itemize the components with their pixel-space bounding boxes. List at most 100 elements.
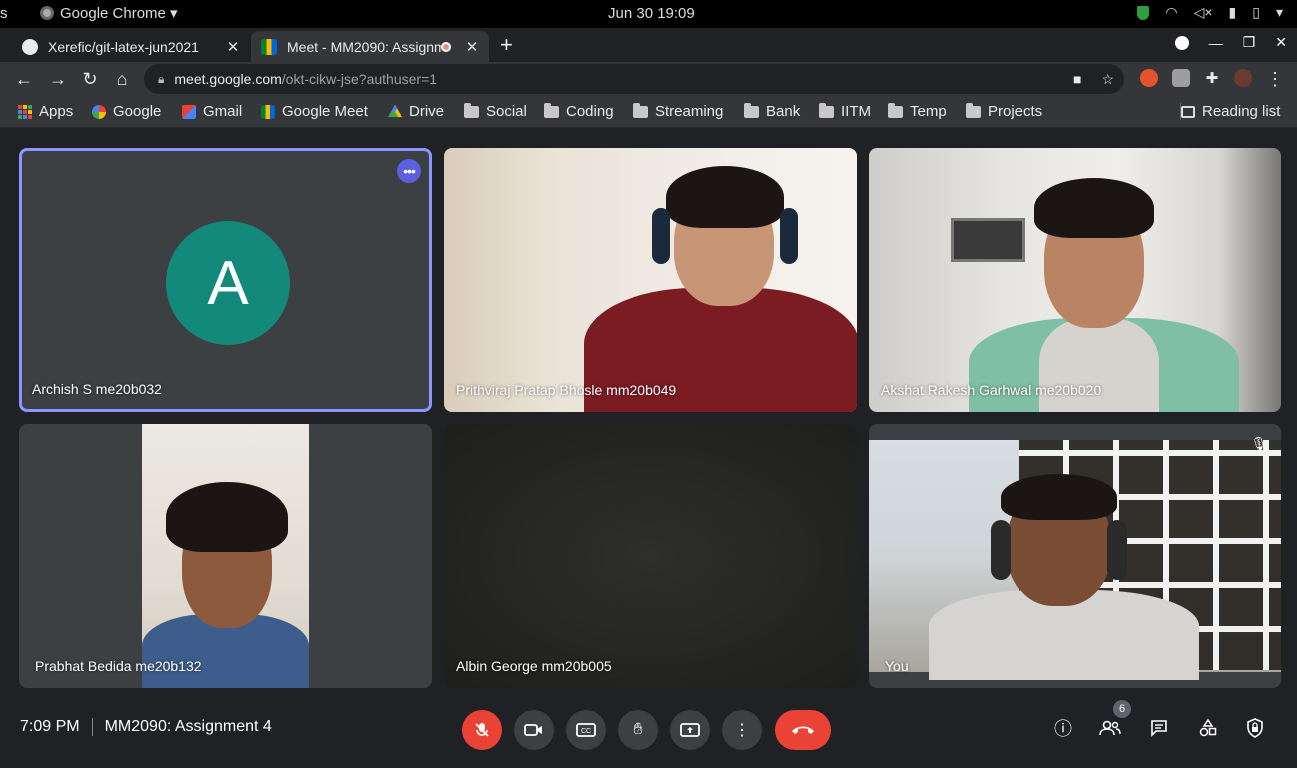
camera-permission-icon[interactable]: ■ bbox=[1073, 71, 1081, 88]
extension-icon[interactable] bbox=[1140, 69, 1158, 87]
divider bbox=[91, 718, 93, 736]
info-icon: ⓘ bbox=[1054, 719, 1072, 739]
volume-muted-icon[interactable]: ◁× bbox=[1194, 4, 1213, 21]
lock-icon[interactable]: 🔒︎ bbox=[158, 72, 164, 87]
raise-hand-button[interactable]: ✋︎ bbox=[618, 710, 658, 750]
minimize-button[interactable]: — bbox=[1209, 35, 1223, 51]
apps-grid-icon bbox=[18, 104, 32, 119]
captions-button[interactable]: CC bbox=[566, 710, 606, 750]
people-button[interactable] bbox=[1098, 716, 1122, 740]
bookmark-label: Temp bbox=[910, 103, 947, 120]
more-options-button[interactable]: ⋮ bbox=[722, 710, 762, 750]
reload-button[interactable]: ↻ bbox=[80, 69, 100, 89]
svg-text:CC: CC bbox=[581, 728, 591, 735]
leave-call-button[interactable] bbox=[775, 710, 831, 750]
system-tray[interactable]: ◠ ◁× ▮ ▯ ▾ bbox=[1137, 4, 1283, 21]
present-screen-button[interactable] bbox=[670, 710, 710, 750]
reading-list-button[interactable]: Reading list bbox=[1180, 103, 1280, 120]
meeting-controls-bar: 7:09 PM MM2090: Assignment 4 CC ✋︎ ⋮ ⓘ 6 bbox=[0, 688, 1297, 768]
participant-name: You bbox=[885, 658, 909, 674]
chat-button[interactable] bbox=[1147, 716, 1171, 740]
hand-icon: ✋︎ bbox=[633, 721, 643, 738]
maximize-button[interactable]: ❐ bbox=[1243, 34, 1256, 51]
participant-tile-akshat[interactable]: Akshat Rakesh Garhwal me20b020 bbox=[869, 148, 1281, 412]
folder-icon bbox=[888, 102, 903, 118]
bookmark-folder-coding[interactable]: Coding bbox=[544, 102, 614, 120]
browser-toolbar: ← → ↻ ⌂ 🔒︎ meet.google.com/okt-cikw-jse?… bbox=[0, 62, 1297, 96]
bookmark-google-meet[interactable]: Google Meet bbox=[261, 103, 368, 120]
more-options-icon[interactable]: ••• bbox=[397, 159, 421, 183]
avatar: A bbox=[166, 221, 290, 345]
bookmark-star-icon[interactable]: ☆ bbox=[1101, 71, 1114, 88]
headphones-icon bbox=[991, 520, 1011, 580]
bookmark-label: Streaming bbox=[655, 103, 724, 120]
chevron-down-icon[interactable]: ▾ bbox=[1276, 4, 1283, 21]
shield-icon[interactable] bbox=[1137, 5, 1150, 20]
participant-tile-prabhat[interactable]: Prabhat Bedida me20b132 bbox=[19, 424, 432, 688]
participant-name: Akshat Rakesh Garhwal me20b020 bbox=[881, 382, 1102, 398]
bookmark-folder-bank[interactable]: Bank bbox=[744, 102, 801, 120]
camera-toggle-button[interactable] bbox=[514, 710, 554, 750]
participant-tile-self[interactable]: 🎙︎ You bbox=[869, 424, 1281, 688]
bookmark-folder-social[interactable]: Social bbox=[464, 102, 527, 120]
folder-icon bbox=[633, 102, 648, 118]
participant-tile-archish[interactable]: A ••• Archish S me20b032 bbox=[19, 148, 432, 412]
new-tab-button[interactable]: + bbox=[500, 32, 513, 58]
activities-fragment[interactable]: s bbox=[0, 5, 8, 22]
back-button[interactable]: ← bbox=[14, 69, 34, 89]
participant-name: Prabhat Bedida me20b132 bbox=[35, 658, 202, 674]
bookmark-label: Drive bbox=[409, 103, 445, 120]
close-tab-icon[interactable]: ✕ bbox=[461, 38, 483, 56]
close-window-button[interactable]: ✕ bbox=[1275, 34, 1287, 51]
shield-lock-icon bbox=[1247, 718, 1263, 738]
bookmark-label: Social bbox=[486, 103, 527, 120]
bookmark-label: Bank bbox=[766, 103, 801, 120]
tab-meet[interactable]: Meet - MM2090: Assignm ✕ bbox=[251, 31, 489, 62]
bookmark-google[interactable]: Google bbox=[92, 103, 161, 120]
wall-tv bbox=[951, 218, 1025, 262]
close-tab-icon[interactable]: ✕ bbox=[222, 38, 244, 56]
bookmark-label: Google Meet bbox=[282, 103, 368, 120]
url-path: /okt-cikw-jse?authuser=1 bbox=[281, 71, 438, 87]
battery-icon[interactable]: ▯ bbox=[1252, 4, 1260, 21]
bookmark-folder-streaming[interactable]: Streaming bbox=[633, 102, 724, 120]
bookmark-folder-iitm[interactable]: IITM bbox=[819, 102, 871, 120]
forward-button[interactable]: → bbox=[48, 69, 68, 89]
home-button[interactable]: ⌂ bbox=[112, 69, 132, 89]
microphone-icon[interactable]: ▮ bbox=[1229, 4, 1237, 21]
avatar-letter: A bbox=[207, 248, 249, 318]
avatar[interactable] bbox=[1234, 69, 1252, 87]
meeting-details-button[interactable]: ⓘ bbox=[1051, 716, 1075, 740]
bookmark-label: Coding bbox=[566, 103, 614, 120]
host-controls-button[interactable] bbox=[1243, 716, 1267, 740]
meet-stage: A ••• Archish S me20b032 Prithviraj Prat… bbox=[0, 129, 1297, 768]
puzzle-icon[interactable]: ✚ bbox=[1202, 69, 1222, 89]
bookmark-apps[interactable]: Apps bbox=[18, 103, 73, 120]
bookmark-gmail[interactable]: Gmail bbox=[182, 103, 242, 120]
participant-tile-albin[interactable]: Albin George mm20b005 bbox=[444, 424, 857, 688]
app-menu[interactable]: Google Chrome ▾ bbox=[40, 4, 178, 22]
kebab-menu-icon[interactable]: ⋮ bbox=[1265, 69, 1285, 89]
address-bar[interactable]: 🔒︎ meet.google.com/okt-cikw-jse?authuser… bbox=[144, 64, 1124, 94]
microphone-toggle-button[interactable] bbox=[462, 710, 502, 750]
bookmark-folder-projects[interactable]: Projects bbox=[966, 102, 1042, 120]
tab-search-icon[interactable] bbox=[1174, 35, 1189, 50]
reading-list-icon bbox=[1181, 105, 1195, 118]
folder-icon bbox=[464, 102, 479, 118]
videocam-icon bbox=[524, 724, 542, 736]
activities-button[interactable] bbox=[1196, 716, 1220, 740]
present-to-all-icon bbox=[680, 723, 700, 737]
tab-github[interactable]: Xerefic/git-latex-jun2021 ✕ bbox=[12, 31, 250, 62]
chrome-icon bbox=[40, 6, 54, 20]
headphones-icon bbox=[652, 208, 670, 264]
bookmark-drive[interactable]: Drive bbox=[388, 103, 444, 120]
call-end-icon bbox=[792, 726, 814, 734]
bookmark-folder-temp[interactable]: Temp bbox=[888, 102, 947, 120]
meet-icon bbox=[261, 38, 277, 55]
wifi-icon[interactable]: ◠ bbox=[1165, 4, 1177, 21]
folder-icon bbox=[966, 102, 981, 118]
extension-icon[interactable] bbox=[1172, 69, 1190, 87]
system-clock[interactable]: Jun 30 19:09 bbox=[608, 5, 695, 22]
participant-tile-prithviraj[interactable]: Prithviraj Pratap Bhosle mm20b049 bbox=[444, 148, 857, 412]
meet-icon bbox=[261, 104, 275, 119]
